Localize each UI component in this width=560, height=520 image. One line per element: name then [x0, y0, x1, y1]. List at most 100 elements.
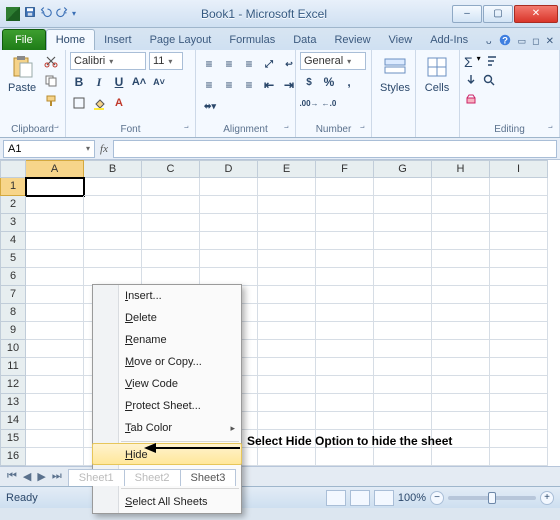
row-header[interactable]: 4: [0, 232, 26, 250]
cell[interactable]: [316, 394, 374, 412]
col-header[interactable]: I: [490, 160, 548, 178]
shrink-font-icon[interactable]: A˅: [150, 73, 168, 91]
cell[interactable]: [374, 412, 432, 430]
page-layout-view-button[interactable]: [350, 490, 370, 506]
paste-button[interactable]: Paste: [4, 52, 40, 96]
cell[interactable]: [258, 376, 316, 394]
comma-icon[interactable]: ,: [340, 73, 358, 91]
cell[interactable]: [432, 196, 490, 214]
cell[interactable]: [432, 286, 490, 304]
cell[interactable]: [26, 448, 84, 466]
row-header[interactable]: 7: [0, 286, 26, 304]
cell[interactable]: [142, 196, 200, 214]
align-middle-icon[interactable]: ≡: [220, 55, 238, 73]
align-center-icon[interactable]: ≡: [220, 76, 238, 94]
workbook-min-icon[interactable]: ▭: [518, 36, 527, 47]
select-all-corner[interactable]: [0, 160, 26, 178]
align-bottom-icon[interactable]: ≡: [240, 55, 258, 73]
row-header[interactable]: 14: [0, 412, 26, 430]
minimize-button[interactable]: –: [452, 5, 482, 23]
cell[interactable]: [490, 250, 548, 268]
cell[interactable]: [374, 232, 432, 250]
sheet-tab[interactable]: Sheet2: [124, 469, 181, 486]
tab-page-layout[interactable]: Page Layout: [141, 30, 221, 50]
row-header[interactable]: 13: [0, 394, 26, 412]
col-header[interactable]: G: [374, 160, 432, 178]
normal-view-button[interactable]: [326, 490, 346, 506]
cell[interactable]: [84, 214, 142, 232]
cell[interactable]: [432, 304, 490, 322]
cell[interactable]: [26, 178, 84, 196]
row-header[interactable]: 5: [0, 250, 26, 268]
cell[interactable]: [258, 304, 316, 322]
cell[interactable]: [374, 358, 432, 376]
cell[interactable]: [490, 196, 548, 214]
cell[interactable]: [490, 394, 548, 412]
ctx-move-or-copy[interactable]: Move or Copy...: [93, 351, 241, 373]
cell[interactable]: [142, 178, 200, 196]
cell[interactable]: [258, 394, 316, 412]
cell[interactable]: [316, 304, 374, 322]
border-icon[interactable]: [70, 94, 88, 112]
cell[interactable]: [258, 178, 316, 196]
cell[interactable]: [432, 376, 490, 394]
copy-icon[interactable]: [44, 74, 58, 91]
zoom-level[interactable]: 100%: [398, 492, 426, 504]
row-header[interactable]: 12: [0, 376, 26, 394]
tab-formulas[interactable]: Formulas: [220, 30, 284, 50]
font-color-icon[interactable]: A: [110, 94, 128, 112]
cell[interactable]: [374, 376, 432, 394]
cell[interactable]: [258, 358, 316, 376]
tab-view[interactable]: View: [380, 30, 422, 50]
row-header[interactable]: 11: [0, 358, 26, 376]
row-header[interactable]: 8: [0, 304, 26, 322]
cell[interactable]: [316, 250, 374, 268]
cell[interactable]: [26, 358, 84, 376]
row-header[interactable]: 9: [0, 322, 26, 340]
tab-review[interactable]: Review: [325, 30, 379, 50]
col-header[interactable]: H: [432, 160, 490, 178]
cell[interactable]: [432, 412, 490, 430]
cell[interactable]: [26, 304, 84, 322]
cell[interactable]: [374, 250, 432, 268]
cell[interactable]: [432, 250, 490, 268]
row-header[interactable]: 10: [0, 340, 26, 358]
cell[interactable]: [374, 268, 432, 286]
grow-font-icon[interactable]: A˄: [130, 73, 148, 91]
cell[interactable]: [200, 178, 258, 196]
sheet-nav-last-icon[interactable]: ⏭: [49, 470, 68, 483]
cell[interactable]: [84, 250, 142, 268]
cell[interactable]: [374, 178, 432, 196]
currency-icon[interactable]: $: [300, 73, 318, 91]
cell[interactable]: [84, 196, 142, 214]
cell[interactable]: [258, 322, 316, 340]
cell[interactable]: [374, 196, 432, 214]
cell[interactable]: [490, 376, 548, 394]
cell[interactable]: [316, 412, 374, 430]
tab-add-ins[interactable]: Add-Ins: [421, 30, 477, 50]
cell[interactable]: [258, 286, 316, 304]
cell[interactable]: [490, 322, 548, 340]
cell[interactable]: [490, 358, 548, 376]
cell[interactable]: [316, 214, 374, 232]
cell[interactable]: [200, 232, 258, 250]
cell[interactable]: [316, 376, 374, 394]
cell[interactable]: [374, 322, 432, 340]
align-right-icon[interactable]: ≡: [240, 76, 258, 94]
cell[interactable]: [142, 214, 200, 232]
formula-input[interactable]: [113, 140, 557, 158]
cell[interactable]: [432, 268, 490, 286]
cell[interactable]: [26, 250, 84, 268]
find-icon[interactable]: [482, 73, 496, 90]
cell[interactable]: [316, 232, 374, 250]
cell[interactable]: [200, 250, 258, 268]
cell[interactable]: [490, 340, 548, 358]
sheet-nav-prev-icon[interactable]: ◀: [20, 470, 34, 483]
tab-data[interactable]: Data: [284, 30, 325, 50]
cell[interactable]: [490, 286, 548, 304]
decrease-decimal-icon[interactable]: ←.0: [320, 94, 338, 112]
cell[interactable]: [432, 232, 490, 250]
help-icon[interactable]: ?: [498, 33, 512, 50]
cell[interactable]: [490, 412, 548, 430]
cell[interactable]: [432, 340, 490, 358]
